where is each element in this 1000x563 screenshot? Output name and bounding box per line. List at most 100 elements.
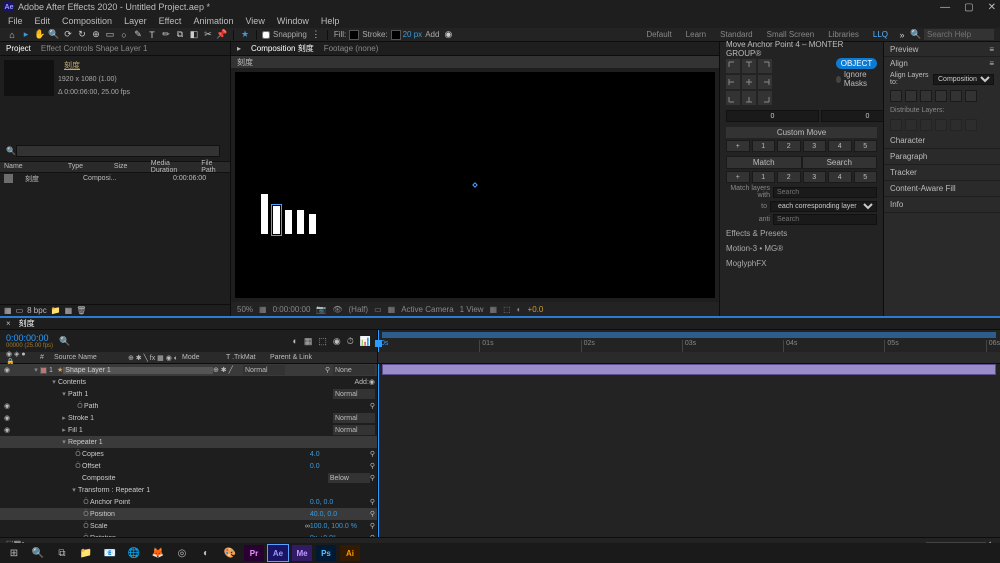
panel-menu-icon[interactable]: ≡ [989, 45, 994, 54]
trash-icon[interactable]: 🗑 [76, 306, 86, 315]
tl-opt4-icon[interactable]: ◉ [333, 336, 341, 347]
resolution-dropdown[interactable]: (Half) [349, 305, 369, 314]
bpc-label[interactable]: 8 bpc [27, 306, 47, 315]
preset-1[interactable]: 1 [752, 140, 776, 152]
rotate-tool-icon[interactable]: ↻ [76, 29, 88, 41]
rect-tool-icon[interactable]: ▭ [104, 29, 116, 41]
close-button[interactable]: ✕ [988, 2, 996, 13]
row-fill1[interactable]: ◉▸Fill 1Normal [0, 424, 377, 436]
layer-duration-bar[interactable] [382, 364, 996, 375]
tl-opt3-icon[interactable]: ⬚ [318, 336, 327, 347]
col-media-duration[interactable]: Media Duration [151, 160, 191, 174]
roi-icon[interactable]: ▭ [374, 305, 382, 314]
tb-chrome-icon[interactable]: 🦊 [148, 545, 168, 561]
viewer-opt4-icon[interactable]: ◐ [517, 305, 522, 314]
preset-4[interactable]: 4 [828, 140, 852, 152]
tl-menu-icon[interactable]: × [6, 319, 11, 328]
match-header[interactable]: Match [726, 156, 802, 169]
effects-presets-section[interactable]: Effects & Presets [720, 226, 883, 241]
col-size[interactable]: Size [114, 163, 141, 170]
col-parent[interactable]: Parent & Link [270, 354, 312, 361]
footage-tab[interactable]: Footage (none) [324, 44, 379, 53]
row-stroke1[interactable]: ◉▸Stroke 1Normal [0, 412, 377, 424]
selection-tool-icon[interactable]: ▸ [20, 29, 32, 41]
align-left-icon[interactable] [890, 90, 902, 102]
new-comp-icon[interactable]: ▦ [65, 306, 73, 315]
roto-tool-icon[interactable]: ✂ [202, 29, 214, 41]
time-indicator[interactable] [378, 330, 379, 352]
menu-layer[interactable]: Layer [124, 16, 147, 26]
row-path[interactable]: ◉ÖPath⚲ [0, 400, 377, 412]
viewer-opt1-icon[interactable]: ▦ [259, 305, 267, 314]
match-plus[interactable]: + [726, 171, 750, 183]
col-trkmat[interactable]: T .TrkMat [226, 354, 266, 361]
row-offset[interactable]: ÖOffset0.0⚲ [0, 460, 377, 472]
anchor-bl[interactable] [726, 91, 740, 105]
match-1[interactable]: 1 [752, 171, 776, 183]
tl-time-indicator[interactable] [378, 364, 379, 537]
menu-window[interactable]: Window [277, 16, 309, 26]
snapshot-icon[interactable]: 📷 [316, 305, 326, 314]
comp-menu-icon[interactable]: ▸ [237, 44, 241, 53]
stroke-width[interactable]: 20 px [403, 30, 423, 39]
timeline-ruler[interactable]: 0s 01s 02s 03s 04s 05s 06s [378, 330, 1000, 352]
menu-view[interactable]: View [245, 16, 264, 26]
ws-default[interactable]: Default [640, 30, 677, 39]
transparency-icon[interactable]: ▦ [388, 305, 396, 314]
exposure-value[interactable]: +0.0 [528, 305, 544, 314]
timeline-tab[interactable]: 刻度 [19, 318, 35, 329]
comp-name-label[interactable]: 刻度 [58, 56, 136, 75]
ws-standard[interactable]: Standard [714, 30, 758, 39]
bpc-icon[interactable]: ▭ [16, 306, 24, 315]
tb-edge-icon[interactable]: 🌐 [124, 545, 144, 561]
to-select[interactable]: each corresponding layer [770, 201, 877, 212]
tb-photoshop-icon[interactable]: Ps [316, 545, 336, 561]
tl-opt6-icon[interactable]: 📊 [360, 336, 371, 347]
ellipse-tool-icon[interactable]: ○ [118, 29, 130, 41]
row-composite[interactable]: CompositeBelow⚲ [0, 472, 377, 484]
view-dropdown[interactable]: 1 View [460, 305, 484, 314]
motion3-section[interactable]: Motion-3 • MG® [720, 241, 883, 256]
menu-edit[interactable]: Edit [35, 16, 51, 26]
preset-plus[interactable]: + [726, 140, 750, 152]
character-panel-tab[interactable]: Character [884, 133, 1000, 149]
snap-opt-icon[interactable]: ⋮ [310, 29, 322, 41]
shape-tool-icon[interactable]: ★ [239, 29, 251, 41]
puppet-tool-icon[interactable]: 📌 [216, 29, 228, 41]
row-anchor-point[interactable]: ÖAnchor Point0.0, 0.0⚲ [0, 496, 377, 508]
match-3[interactable]: 3 [803, 171, 827, 183]
row-transform-repeater[interactable]: ▾Transform : Repeater 1 [0, 484, 377, 496]
col-file-path[interactable]: File Path [201, 160, 226, 174]
zoom-tool-icon[interactable]: 🔍 [48, 29, 60, 41]
start-button[interactable]: ⊞ [4, 545, 24, 561]
timeline-tracks[interactable] [378, 364, 1000, 537]
tb-mediaencoder-icon[interactable]: Me [292, 545, 312, 561]
preview-panel-tab[interactable]: Preview [890, 45, 918, 54]
minimize-button[interactable]: — [940, 2, 950, 13]
align-to-select[interactable]: Composition [933, 74, 994, 85]
match-4[interactable]: 4 [828, 171, 852, 183]
search-icon[interactable]: 🔍 [910, 29, 922, 41]
search-help-input[interactable] [924, 29, 994, 40]
viewer-time[interactable]: 0:00:00:00 [273, 305, 311, 314]
layer-shape1[interactable]: ◉ ▾ 1 ★ Shape Layer 1 ⊕ ✱ ╱ Normal ⚲ Non… [0, 364, 377, 376]
tb-app1-icon[interactable]: ◎ [172, 545, 192, 561]
orbit-tool-icon[interactable]: ⟳ [62, 29, 74, 41]
eraser-tool-icon[interactable]: ◧ [188, 29, 200, 41]
new-folder-icon[interactable]: 📁 [51, 306, 61, 315]
home-icon[interactable]: ⌂ [6, 29, 18, 41]
menu-help[interactable]: Help [321, 16, 340, 26]
add-menu-icon[interactable]: ◉ [442, 29, 454, 41]
tb-premiere-icon[interactable]: Pr [244, 545, 264, 561]
tb-illustrator-icon[interactable]: Ai [340, 545, 360, 561]
layer-parent[interactable]: None [333, 365, 375, 375]
project-row-comp[interactable]: 刻度 Composi... 0:00:06:00 [0, 173, 230, 185]
tl-opt1-icon[interactable]: ◐ [292, 336, 297, 346]
composition-tab[interactable]: Composition 刻度 [251, 43, 314, 54]
stroke-swatch[interactable] [391, 30, 401, 40]
col-source-name[interactable]: Source Name [54, 354, 124, 361]
viewer-opt2-icon[interactable]: ▦ [490, 305, 498, 314]
search-header[interactable]: Search [802, 156, 878, 169]
new-bin-icon[interactable]: ▦ [4, 306, 12, 315]
ws-llq[interactable]: LLQ [867, 30, 894, 39]
